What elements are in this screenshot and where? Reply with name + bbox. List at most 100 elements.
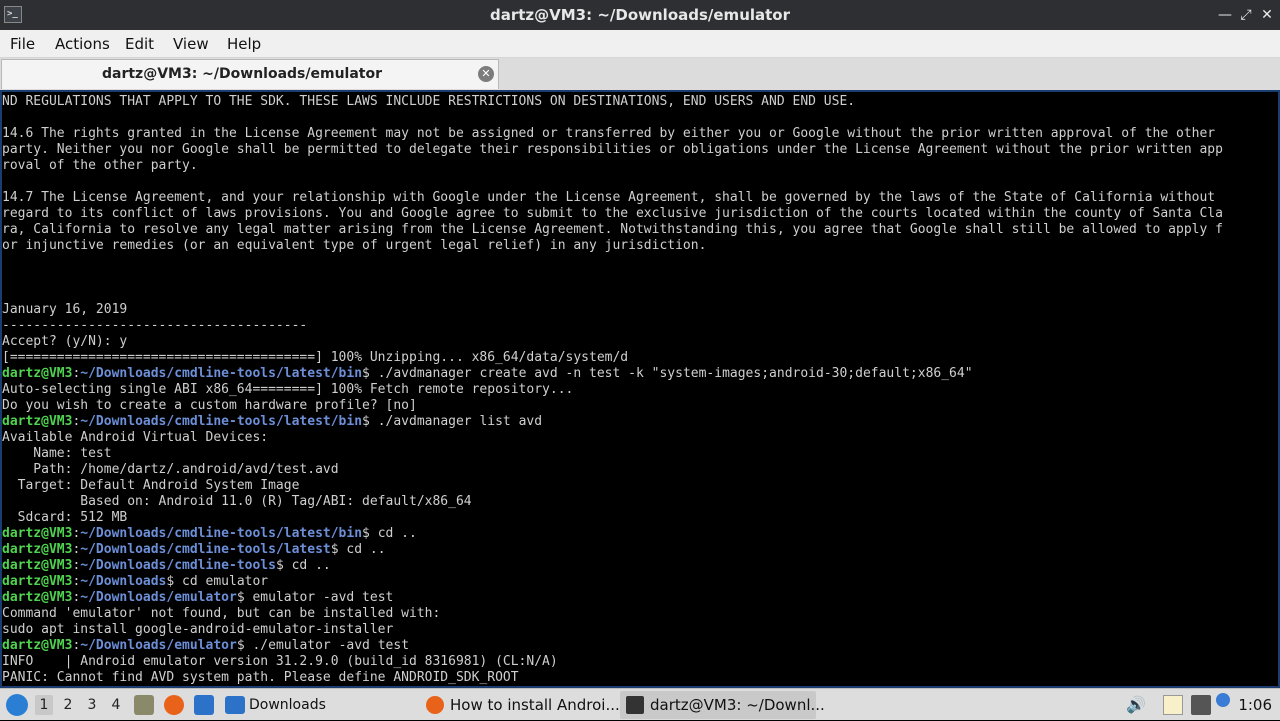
workspace-4[interactable]: 4 — [107, 695, 125, 715]
tab-terminal[interactable]: dartz@VM3: ~/Downloads/emulator ✕ — [1, 59, 499, 89]
firefox-launcher-icon[interactable] — [164, 695, 184, 715]
prompt-user: dartz@VM3 — [2, 638, 73, 653]
terminal-line: party. Neither you nor Google shall be p… — [2, 142, 1223, 158]
workspace-1[interactable]: 1 — [35, 695, 53, 715]
workspace-3[interactable]: 3 — [83, 695, 101, 715]
output-text: INFO | Android emulator version 31.2.9.0… — [2, 654, 558, 669]
terminal-line: dartz@VM3:~/Downloads/emulator$ ./emulat… — [2, 638, 410, 653]
terminal-line: dartz@VM3:~/Downloads/emulator$ emulator… — [2, 590, 394, 605]
taskbar: 1 2 3 4 Downloads How to install Androi.… — [0, 688, 1280, 720]
output-text: Command 'emulator' not found, but can be… — [2, 606, 441, 621]
terminal-line: Name: test — [2, 446, 112, 462]
terminal-line: Command 'emulator' not found, but can be… — [2, 606, 440, 622]
terminal-line: PANIC: Cannot find AVD system path. Plea… — [2, 670, 519, 686]
output-text: Available Android Virtual Devices: — [2, 430, 269, 445]
volume-icon[interactable]: 🔊 — [1126, 695, 1146, 715]
display-icon[interactable] — [1191, 695, 1211, 715]
output-text: Based on: Android 11.0 (R) Tag/ABI: defa… — [2, 494, 472, 509]
tab-close-icon[interactable]: ✕ — [478, 66, 494, 82]
output-text: party. Neither you nor Google shall be p… — [2, 142, 1223, 157]
output-text: sudo apt install google-android-emulator… — [2, 622, 394, 637]
command-text: ./avdmanager list avd — [369, 414, 543, 429]
output-text: [=======================================… — [2, 350, 629, 365]
output-text: ND REGULATIONS THAT APPLY TO THE SDK. TH… — [2, 94, 856, 109]
task-firefox[interactable]: How to install Androi... — [420, 691, 620, 719]
terminal-line: dartz@VM3:~/Downloads/cmdline-tools/late… — [2, 366, 973, 381]
menu-view[interactable]: View — [173, 35, 209, 53]
menu-help[interactable]: Help — [227, 35, 261, 53]
terminal-icon — [626, 696, 644, 714]
workspace-2[interactable]: 2 — [59, 695, 77, 715]
prompt-path: ~/Downloads/cmdline-tools/latest/bin — [80, 414, 363, 429]
update-notification-icon[interactable] — [1216, 693, 1230, 707]
terminal-line: 14.6 The rights granted in the License A… — [2, 126, 1215, 142]
prompt-user: dartz@VM3 — [2, 414, 73, 429]
terminal-line: [=======================================… — [2, 350, 628, 366]
terminal-line: dartz@VM3:~/Downloads$ cd emulator — [2, 574, 269, 589]
terminal-line: dartz@VM3:~/Downloads/cmdline-tools$ cd … — [2, 558, 331, 573]
task-label: How to install Androi... — [450, 696, 620, 714]
terminal-line: dartz@VM3:~/Downloads/cmdline-tools/late… — [2, 526, 417, 541]
terminal-line: roval of the other party. — [2, 158, 198, 174]
command-text: cd .. — [338, 542, 386, 557]
terminal-line: dartz@VM3:~/Downloads/cmdline-tools/late… — [2, 542, 386, 557]
terminal-line: Path: /home/dartz/.android/avd/test.avd — [2, 462, 339, 478]
prompt-user: dartz@VM3 — [2, 366, 73, 381]
downloads-launcher-label[interactable]: Downloads — [249, 689, 326, 721]
tab-label: dartz@VM3: ~/Downloads/emulator — [101, 66, 383, 82]
output-text: regard to its conflict of laws provision… — [2, 206, 1223, 221]
minimize-icon[interactable]: — — [1216, 6, 1234, 24]
window-titlebar: >_ dartz@VM3: ~/Downloads/emulator — ⤢ ✕ — [0, 0, 1280, 30]
terminal-line: Accept? (y/N): y — [2, 334, 127, 350]
window-title: dartz@VM3: ~/Downloads/emulator — [489, 6, 791, 24]
output-text: Accept? (y/N): y — [2, 334, 128, 349]
menu-file[interactable]: File — [10, 35, 35, 53]
prompt-user: dartz@VM3 — [2, 558, 73, 573]
output-text: PANIC: Cannot find AVD system path. Plea… — [2, 670, 519, 685]
terminal-line: Do you wish to create a custom hardware … — [2, 398, 417, 414]
tab-bar: dartz@VM3: ~/Downloads/emulator ✕ — [0, 58, 1280, 90]
clock[interactable]: 1:06 — [1238, 689, 1272, 721]
terminal-line: INFO | Android emulator version 31.2.9.0… — [2, 654, 558, 670]
output-text: 14.7 The License Agreement, and your rel… — [2, 190, 1216, 205]
output-text: Target: Default Android System Image — [2, 478, 300, 493]
output-text: Name: test — [2, 446, 112, 461]
command-text: ./emulator -avd test — [244, 638, 410, 653]
prompt-user: dartz@VM3 — [2, 590, 73, 605]
prompt-user: dartz@VM3 — [2, 526, 73, 541]
prompt-path: ~/Downloads/cmdline-tools — [80, 558, 276, 573]
file-manager-icon[interactable] — [194, 695, 214, 715]
terminal-line: Auto-selecting single ABI x86_64========… — [2, 382, 573, 398]
terminal-output[interactable]: ND REGULATIONS THAT APPLY TO THE SDK. TH… — [0, 90, 1280, 688]
start-menu-icon[interactable] — [6, 694, 28, 716]
prompt-path: ~/Downloads/emulator — [80, 638, 237, 653]
output-text: Sdcard: 512 MB — [2, 510, 128, 525]
close-icon[interactable]: ✕ — [1258, 6, 1276, 24]
terminal-line: Available Android Virtual Devices: — [2, 430, 268, 446]
menu-actions[interactable]: Actions — [55, 35, 110, 53]
show-desktop-icon[interactable] — [134, 695, 154, 715]
firefox-icon — [426, 696, 444, 714]
folder-icon[interactable] — [225, 696, 245, 714]
prompt-path: ~/Downloads — [80, 574, 167, 589]
maximize-icon[interactable]: ⤢ — [1237, 6, 1255, 24]
output-text: or injunctive remedies (or an equivalent… — [2, 238, 707, 253]
command-text: cd .. — [369, 526, 417, 541]
output-text: Path: /home/dartz/.android/avd/test.avd — [2, 462, 339, 477]
output-text: Auto-selecting single ABI x86_64========… — [2, 382, 574, 397]
terminal-line: Based on: Android 11.0 (R) Tag/ABI: defa… — [2, 494, 472, 510]
command-text: ./avdmanager create avd -n test -k "syst… — [369, 366, 973, 381]
terminal-line: sudo apt install google-android-emulator… — [2, 622, 393, 638]
prompt-user: dartz@VM3 — [2, 542, 73, 557]
task-label: dartz@VM3: ~/Downl... — [650, 696, 825, 714]
clipboard-icon[interactable] — [1163, 695, 1183, 715]
terminal-line: dartz@VM3:~/Downloads/cmdline-tools/late… — [2, 414, 543, 429]
terminal-line: regard to its conflict of laws provision… — [2, 206, 1223, 222]
output-text: roval of the other party. — [2, 158, 198, 173]
output-text: 14.6 The rights granted in the License A… — [2, 126, 1216, 141]
menu-bar: File Actions Edit View Help — [0, 30, 1280, 58]
task-terminal[interactable]: dartz@VM3: ~/Downl... — [620, 691, 825, 719]
command-text: cd emulator — [174, 574, 269, 589]
terminal-line: ra, California to resolve any legal matt… — [2, 222, 1223, 238]
menu-edit[interactable]: Edit — [125, 35, 154, 53]
